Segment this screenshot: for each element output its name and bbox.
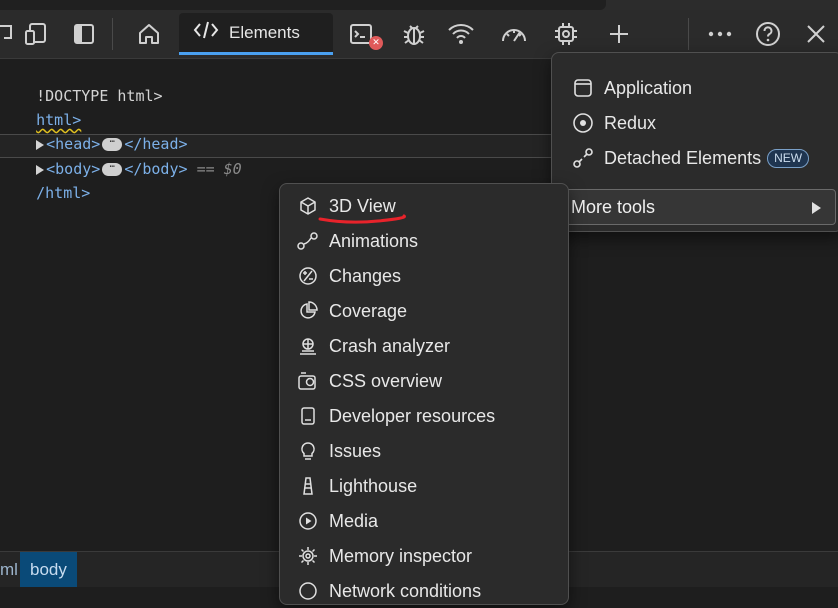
animations-icon	[297, 230, 319, 252]
menu-item-label: Redux	[604, 112, 657, 133]
menu-item-network-conditions[interactable]: Network conditions	[297, 574, 481, 608]
submenu-arrow-icon	[812, 202, 821, 214]
menu-item-issues[interactable]: Issues	[297, 434, 381, 468]
annotation-underline	[318, 214, 406, 224]
close-icon[interactable]	[796, 10, 836, 58]
menu-item-label: Changes	[329, 265, 402, 286]
menu-item-label: CSS overview	[329, 370, 443, 391]
welcome-home-icon[interactable]	[129, 10, 169, 58]
tab-elements[interactable]: Elements	[179, 13, 333, 55]
changes-icon	[297, 265, 319, 287]
network-conditions-icon	[297, 580, 319, 602]
more-options-icon[interactable]	[700, 10, 740, 58]
menu-item-css-overview[interactable]: CSS overview	[297, 364, 442, 398]
more-tools-submenu: 3D View Animations Changes Coverage Cras…	[279, 183, 569, 605]
tab-elements-label: Elements	[229, 22, 300, 42]
body-close-tag: </body>	[124, 160, 188, 178]
redux-icon	[572, 112, 594, 134]
menu-item-redux[interactable]: Redux	[572, 106, 656, 140]
menu-item-animations[interactable]: Animations	[297, 224, 418, 258]
menu-item-label: Issues	[329, 440, 382, 461]
memory-chip-icon[interactable]	[546, 10, 586, 58]
menu-item-label: Crash analyzer	[329, 335, 451, 356]
menu-item-label: Network conditions	[329, 580, 482, 601]
memory-inspector-icon	[297, 545, 319, 567]
help-icon[interactable]	[748, 10, 788, 58]
menu-item-label: Media	[329, 510, 379, 531]
new-badge: NEW	[767, 148, 810, 168]
css-overview-icon	[297, 370, 319, 392]
menu-item-label: Animations	[329, 230, 419, 251]
collapsed-ellipsis-icon[interactable]: ⋯	[102, 163, 123, 176]
menu-item-label: Detached Elements	[604, 147, 762, 168]
coverage-icon	[297, 300, 319, 322]
dom-line-html[interactable]: html>	[0, 84, 81, 129]
dock-side-icon[interactable]	[64, 10, 104, 58]
menu-item-label: Memory inspector	[329, 545, 473, 566]
console-icon[interactable]	[341, 10, 381, 58]
code-brackets-icon	[193, 20, 219, 45]
performance-gauge-icon[interactable]	[494, 10, 534, 58]
html-close-tag: /html>	[36, 184, 91, 202]
selected-node-marker: == $0	[196, 160, 242, 178]
menu-item-media[interactable]: Media	[297, 504, 378, 538]
menu-item-memory-inspector[interactable]: Memory inspector	[297, 539, 472, 573]
detached-elements-icon	[572, 147, 594, 169]
device-emulation-icon[interactable]	[16, 10, 56, 58]
more-tools-menu-item[interactable]: More tools	[564, 189, 836, 225]
toolbar-divider	[688, 18, 689, 50]
more-tools-label: More tools	[571, 196, 656, 217]
menu-item-application[interactable]: Application	[572, 71, 692, 105]
menu-item-lighthouse[interactable]: Lighthouse	[297, 469, 417, 503]
dom-line-head[interactable]: <head> ⋯ </head>	[0, 108, 188, 153]
menu-item-detached-elements[interactable]: Detached Elements NEW	[572, 141, 810, 175]
cube-icon	[297, 195, 319, 217]
wifi-icon[interactable]	[441, 10, 481, 58]
media-icon	[297, 510, 319, 532]
dom-line-doctype[interactable]: !DOCTYPE html>	[0, 60, 162, 105]
menu-item-coverage[interactable]: Coverage	[297, 294, 407, 328]
application-icon	[572, 77, 594, 99]
dom-line-body[interactable]: <body> ⋯ </body> == $0	[0, 133, 242, 178]
menu-item-label: Coverage	[329, 300, 408, 321]
menu-item-label: Application	[604, 77, 693, 98]
add-tool-icon[interactable]	[599, 10, 639, 58]
breadcrumb-body[interactable]: body	[20, 552, 77, 587]
menu-item-crash-analyzer[interactable]: Crash analyzer	[297, 329, 450, 363]
console-error-badge-icon: ✕	[369, 36, 383, 50]
window-tab-strip	[0, 0, 838, 10]
menu-item-changes[interactable]: Changes	[297, 259, 401, 293]
lighthouse-icon	[297, 475, 319, 497]
toolbar-divider	[112, 18, 113, 50]
bug-icon[interactable]	[394, 10, 434, 58]
issues-icon	[297, 440, 319, 462]
menu-item-label: Lighthouse	[329, 475, 418, 496]
crash-analyzer-icon	[297, 335, 319, 357]
window-tab	[0, 0, 606, 10]
menu-item-label: Developer resources	[329, 405, 496, 426]
developer-resources-icon	[297, 405, 319, 427]
menu-item-developer-resources[interactable]: Developer resources	[297, 399, 495, 433]
dom-line-html-close[interactable]: /html>	[0, 157, 90, 202]
